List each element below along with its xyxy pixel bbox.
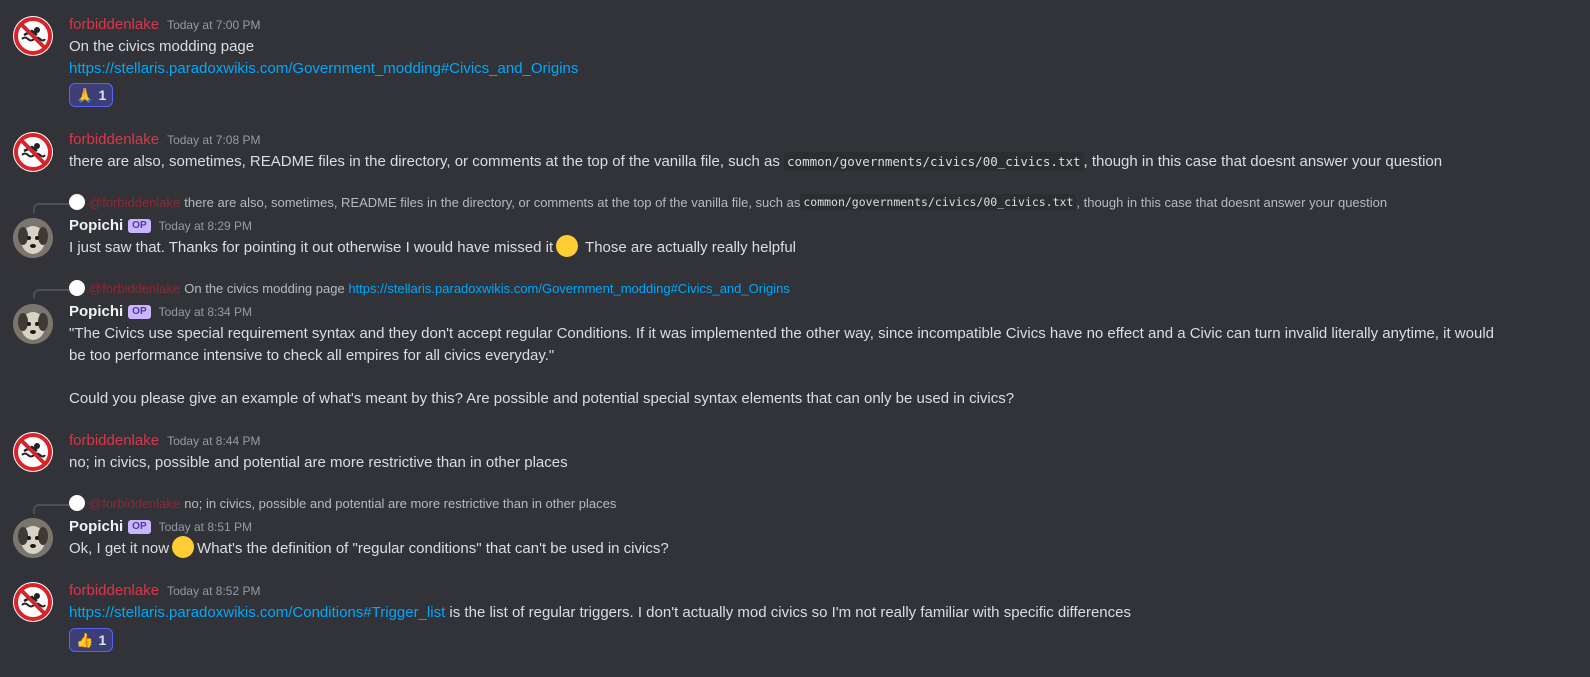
avatar[interactable]	[13, 432, 53, 472]
dog-avatar-icon	[13, 218, 53, 258]
message-text: "The Civics use special requirement synt…	[69, 325, 1494, 342]
timestamp: Today at 8:29 PM	[158, 219, 253, 233]
chat-messages: forbiddenlake Today at 7:00 PM On the ci…	[0, 0, 1590, 677]
timestamp: Today at 8:44 PM	[167, 434, 261, 448]
message-text: there are also, sometimes, README files …	[69, 152, 1443, 171]
message-text: I just saw that. Thanks for pointing it …	[69, 235, 796, 259]
avatar[interactable]	[13, 132, 53, 172]
reply-spine	[33, 504, 69, 514]
message-text: be too performance intensive to check al…	[69, 347, 555, 364]
no-swimming-icon	[14, 583, 52, 621]
username[interactable]: Popichi	[69, 303, 123, 320]
reply-spine	[33, 289, 69, 299]
op-badge: OP	[128, 219, 151, 233]
timestamp: Today at 8:52 PM	[167, 584, 261, 598]
no-swimming-icon	[14, 17, 52, 55]
message-text: https://stellaris.paradoxwikis.com/Condi…	[69, 604, 1131, 621]
timestamp: Today at 7:00 PM	[167, 18, 261, 32]
reply-preview[interactable]: @forbiddenlake On the civics modding pag…	[69, 280, 790, 296]
message-text: Ok, I get it now What's the definition of…	[69, 536, 669, 560]
avatar[interactable]	[13, 582, 53, 622]
message-link[interactable]: https://stellaris.paradoxwikis.com/Gover…	[69, 58, 578, 80]
thumbs-up-emoji-icon: 👍	[76, 631, 94, 648]
op-badge: OP	[128, 305, 151, 319]
message-text: no; in civics, possible and potential ar…	[69, 454, 568, 471]
username[interactable]: forbiddenlake	[69, 432, 159, 449]
reaction-count: 1	[98, 632, 107, 648]
mini-avatar	[69, 280, 85, 296]
reaction-button[interactable]: 👍 1	[69, 628, 114, 652]
reply-preview[interactable]: @forbiddenlake there are also, sometimes…	[69, 194, 1387, 210]
inline-code: common/governments/civics/00_civics.txt	[784, 152, 1084, 171]
reply-link[interactable]: https://stellaris.paradoxwikis.com/Gover…	[348, 281, 789, 296]
sweat-smile-emoji-icon	[556, 235, 579, 258]
timestamp: Today at 8:34 PM	[158, 305, 253, 319]
pray-emoji-icon: 🙏	[76, 86, 94, 103]
avatar[interactable]	[13, 518, 53, 558]
mini-avatar	[69, 194, 85, 210]
message-text: On the civics modding page	[69, 38, 255, 55]
timestamp: Today at 8:51 PM	[158, 520, 253, 534]
avatar[interactable]	[13, 304, 53, 344]
username[interactable]: forbiddenlake	[69, 131, 159, 148]
username[interactable]: Popichi	[69, 217, 123, 234]
mini-avatar	[69, 495, 85, 511]
reply-author[interactable]: @forbiddenlake	[89, 195, 180, 210]
no-swimming-icon	[14, 133, 52, 171]
avatar[interactable]	[13, 16, 53, 56]
reply-author[interactable]: @forbiddenlake	[89, 281, 180, 296]
op-badge: OP	[128, 520, 151, 534]
dog-avatar-icon	[13, 304, 53, 344]
no-swimming-icon	[14, 433, 52, 471]
avatar[interactable]	[13, 218, 53, 258]
username[interactable]: Popichi	[69, 518, 123, 535]
username[interactable]: forbiddenlake	[69, 16, 159, 33]
slight-smile-emoji-icon	[172, 536, 195, 559]
reply-preview[interactable]: @forbiddenlake no; in civics, possible a…	[69, 495, 616, 511]
reply-author[interactable]: @forbiddenlake	[89, 496, 180, 511]
message-link[interactable]: https://stellaris.paradoxwikis.com/Condi…	[69, 604, 445, 621]
username[interactable]: forbiddenlake	[69, 582, 159, 599]
reply-spine	[33, 203, 69, 213]
reaction-count: 1	[98, 87, 107, 103]
timestamp: Today at 7:08 PM	[167, 133, 261, 147]
dog-avatar-icon	[13, 518, 53, 558]
reaction-button[interactable]: 🙏 1	[69, 83, 114, 107]
message-text: Could you please give an example of what…	[69, 390, 1015, 407]
